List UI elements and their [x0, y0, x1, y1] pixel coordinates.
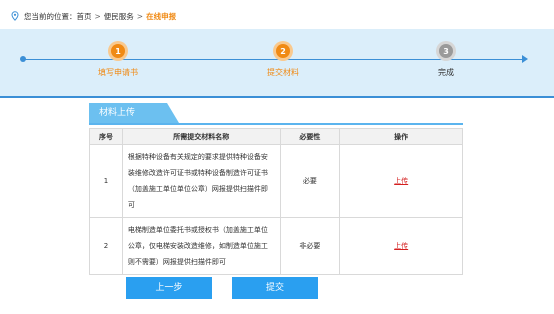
- upload-link[interactable]: 上传: [394, 177, 408, 185]
- column-header-name: 所需提交材料名称: [121, 128, 281, 145]
- step-fill-application: 1 填写申请书: [78, 41, 158, 78]
- progress-end-arrow-icon: [522, 55, 528, 63]
- row-index: 2: [89, 217, 123, 275]
- row-requirement: 必要: [279, 144, 341, 218]
- row-material-name: 根据特种设备有关规定的要求提供特种设备安装维修改造许可证书或特种设备制造许可证书…: [121, 144, 281, 218]
- location-pin-icon: [10, 11, 20, 21]
- previous-step-button[interactable]: 上一步: [126, 277, 212, 299]
- breadcrumb-separator: >: [136, 11, 144, 21]
- table-header-row: 序号 所需提交材料名称 必要性 操作: [89, 128, 463, 145]
- breadcrumb-home-link[interactable]: 首页: [77, 11, 92, 22]
- step-label: 完成: [438, 68, 454, 77]
- breadcrumb-prefix: 您当前的位置：: [24, 11, 77, 21]
- step-label: 提交材料: [267, 68, 299, 77]
- table-row: 2 电梯制造单位委托书或授权书（加盖施工单位公章，仅电梯安装改造维修，如制造单位…: [89, 217, 463, 275]
- progress-steps: 1 填写申请书 2 提交材料 3 完成: [0, 29, 554, 96]
- table-row: 1 根据特种设备有关规定的要求提供特种设备安装维修改造许可证书或特种设备制造许可…: [89, 144, 463, 218]
- row-index: 1: [89, 144, 123, 218]
- step-number: 2: [276, 44, 290, 58]
- step-number: 1: [111, 44, 125, 58]
- row-requirement: 非必要: [279, 217, 341, 275]
- breadcrumb-current: 在线申报: [146, 11, 177, 21]
- column-header-requirement: 必要性: [279, 128, 341, 145]
- panel-header: 材料上传: [89, 103, 463, 125]
- panel-title: 材料上传: [89, 103, 167, 123]
- materials-table: 序号 所需提交材料名称 必要性 操作 1 根据特种设备有关规定的要求提供特种设备…: [89, 128, 463, 275]
- step-label: 填写申请书: [98, 68, 138, 77]
- step-submit-materials: 2 提交材料: [243, 41, 323, 78]
- breadcrumb: 您当前的位置： 首页 > 便民服务 > 在线申报: [10, 8, 176, 24]
- step-complete: 3 完成: [406, 41, 486, 78]
- section-divider: [0, 96, 554, 98]
- upload-link[interactable]: 上传: [394, 242, 408, 250]
- submit-button[interactable]: 提交: [232, 277, 318, 299]
- breadcrumb-separator: >: [94, 11, 101, 21]
- column-header-action: 操作: [339, 128, 463, 145]
- step-number: 3: [439, 44, 453, 58]
- breadcrumb-section-link[interactable]: 便民服务: [104, 11, 134, 22]
- panel-title-slant: [167, 103, 179, 123]
- column-header-index: 序号: [89, 128, 123, 145]
- row-material-name: 电梯制造单位委托书或授权书（加盖施工单位公章，仅电梯安装改造维修，如制造单位施工…: [121, 217, 281, 275]
- progress-start-dot: [20, 56, 26, 62]
